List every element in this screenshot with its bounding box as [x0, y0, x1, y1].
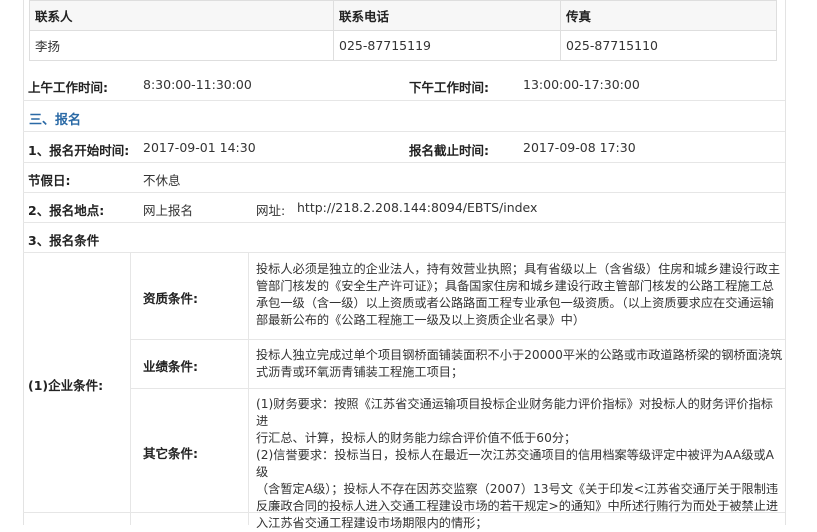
- pm-hours-value: 13:00:00-17:30:00: [523, 77, 640, 92]
- performance-label: 业绩条件:: [143, 359, 198, 374]
- url-label: 网址:: [256, 203, 286, 218]
- contact-table: 联系人 联系电话 传真 李扬 025-87715119 025-87715110: [29, 0, 777, 61]
- signup-place-value: 网上报名: [143, 203, 194, 218]
- am-hours-label: 上午工作时间:: [28, 80, 108, 95]
- text-line: 投标人必须是独立的企业法人，持有效营业执照；具有省级以上（含省级）住房和城乡建设…: [256, 262, 781, 276]
- contact-phone-value: 025-87715119: [333, 30, 561, 61]
- signup-end-value: 2017-09-08 17:30: [523, 140, 636, 155]
- performance-text: 投标人独立完成过单个项目钢桥面铺装面积不小于20000平米的公路或市政道路桥梁的…: [256, 347, 784, 381]
- holiday-label: 节假日:: [28, 173, 71, 188]
- signup-place-row: 2、报名地点: 网上报名 网址: http://218.2.208.144:80…: [23, 193, 785, 223]
- qualification-text: 投标人必须是独立的企业法人，持有效营业执照；具有省级以上（含省级）住房和城乡建设…: [256, 261, 784, 329]
- holiday-value: 不休息: [143, 173, 181, 188]
- text-line: 承包一级（含一级）以上资质或者公路路面工程专业承包一级资质。（以上资质要求应在交…: [256, 296, 774, 310]
- holiday-row: 节假日: 不休息: [23, 163, 785, 193]
- text-line: (1)财务要求：按照《江苏省交通运输项目投标企业财务能力评价指标》对投标人的财务…: [256, 397, 773, 428]
- text-line: 入江苏省交通工程建设市场期限内的情形；: [256, 516, 488, 530]
- signup-place-label: 2、报名地点:: [28, 203, 105, 218]
- signup-end-label: 报名截止时间:: [409, 143, 489, 158]
- fax-value: 025-87715110: [560, 30, 777, 61]
- signup-time-row: 1、报名开始时间: 2017-09-01 14:30 报名截止时间: 2017-…: [23, 132, 785, 163]
- text-line: 管部门核发的《安全生产许可证》；具备国家住房和城乡建设行政主管部门核发的公路工程…: [256, 279, 774, 293]
- header-fax: 传真: [560, 0, 777, 31]
- section-title-signup: 三、报名: [29, 113, 82, 128]
- signup-start-label: 1、报名开始时间:: [28, 143, 130, 158]
- text-line: （含暂定A级）；投标人不存在因苏交监察（2007）13号文《关于印发<江苏省交通…: [256, 482, 779, 496]
- divider: [23, 512, 785, 513]
- text-line: 部最新公布的《公路工程施工一级及以上资质企业名录》中）: [256, 313, 586, 327]
- divider: [130, 253, 131, 525]
- header-contact-phone: 联系电话: [333, 0, 561, 31]
- contact-table-header: 联系人 联系电话 传真: [29, 0, 777, 31]
- signup-conditions-row: 3、报名条件: [23, 223, 785, 253]
- frame-right-border: [785, 0, 786, 525]
- enterprise-conditions-label: (1)企业条件:: [28, 378, 104, 393]
- table-row: 李扬 025-87715119 025-87715110: [29, 30, 777, 61]
- other-conditions-label: 其它条件:: [143, 446, 198, 461]
- pm-hours-label: 下午工作时间:: [409, 80, 489, 95]
- text-line: (2)信誉要求：投标当日，投标人在最近一次江苏交通项目的信用档案等级评定中被评为…: [256, 448, 774, 479]
- text-line: 行汇总、计算，投标人的财务能力综合评价值不低于60分；: [256, 431, 577, 445]
- contact-person-value: 李扬: [29, 30, 334, 61]
- divider: [131, 388, 785, 389]
- signup-url-link[interactable]: http://218.2.208.144:8094/EBTS/index: [297, 200, 537, 215]
- text-line: 投标人独立完成过单个项目钢桥面铺装面积不小于20000平米的公路或市政道路桥梁的…: [256, 348, 783, 362]
- divider: [248, 253, 249, 525]
- text-line: 式沥青或环氧沥青铺装工程施工项目；: [256, 365, 464, 379]
- work-hours-row: 上午工作时间: 8:30:00-11:30:00 下午工作时间: 13:00:0…: [23, 70, 785, 101]
- qualification-label: 资质条件:: [143, 291, 198, 306]
- signup-conditions-label: 3、报名条件: [28, 233, 100, 248]
- signup-start-value: 2017-09-01 14:30: [143, 140, 256, 155]
- header-contact-person: 联系人: [29, 0, 334, 31]
- am-hours-value: 8:30:00-11:30:00: [143, 77, 252, 92]
- divider: [131, 339, 785, 340]
